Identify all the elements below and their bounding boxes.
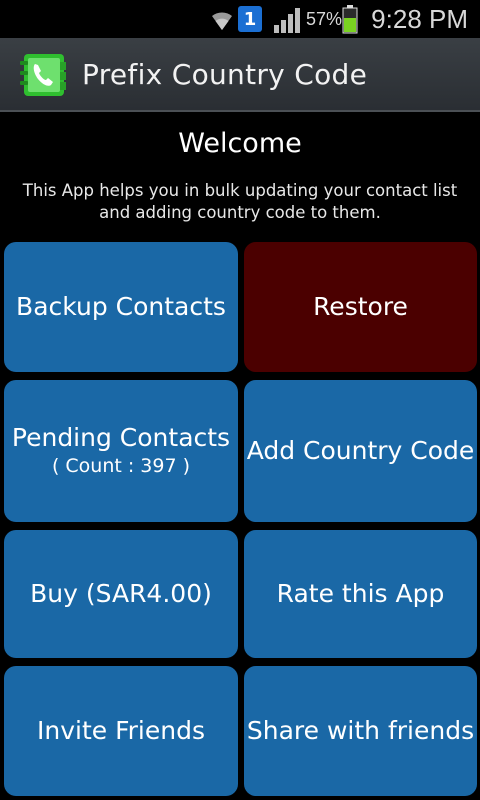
phone-book-icon[interactable] <box>18 52 70 98</box>
app-title: Prefix Country Code <box>82 57 368 91</box>
invite-friends-button[interactable]: Invite Friends <box>4 666 238 796</box>
clock: 9:28 PM <box>371 3 468 34</box>
notification-count: 1 <box>243 8 257 30</box>
share-with-friends-label: Share with friends <box>246 716 475 745</box>
action-bar: Prefix Country Code <box>0 38 480 112</box>
buy-button[interactable]: Buy (SAR4.00) <box>4 530 238 658</box>
add-country-code-label: Add Country Code <box>246 436 475 465</box>
restore-button[interactable]: Restore <box>244 242 477 372</box>
battery-icon <box>342 5 358 34</box>
signal-icon <box>274 8 300 33</box>
buy-label: Buy (SAR4.00) <box>30 579 212 608</box>
battery-percent: 57% <box>306 8 343 29</box>
rate-app-label: Rate this App <box>276 579 445 608</box>
pending-contacts-label: Pending Contacts <box>11 423 231 452</box>
backup-contacts-label: Backup Contacts <box>16 292 226 321</box>
add-country-code-button[interactable]: Add Country Code <box>244 380 477 522</box>
share-with-friends-button[interactable]: Share with friends <box>244 666 477 796</box>
notification-badge: 1 <box>238 6 262 32</box>
welcome-heading: Welcome <box>178 128 302 159</box>
welcome-description: This App helps you in bulk updating your… <box>22 181 458 222</box>
status-bar: 1 57% 9:28 PM <box>0 0 480 38</box>
wifi-icon <box>212 12 232 30</box>
rate-app-button[interactable]: Rate this App <box>244 530 477 658</box>
pending-contacts-button[interactable]: Pending Contacts ( Count : 397 ) <box>4 380 238 522</box>
backup-contacts-button[interactable]: Backup Contacts <box>4 242 238 372</box>
pending-count-label: ( Count : 397 ) <box>51 455 191 477</box>
invite-friends-label: Invite Friends <box>37 716 205 745</box>
restore-label: Restore <box>313 292 408 321</box>
